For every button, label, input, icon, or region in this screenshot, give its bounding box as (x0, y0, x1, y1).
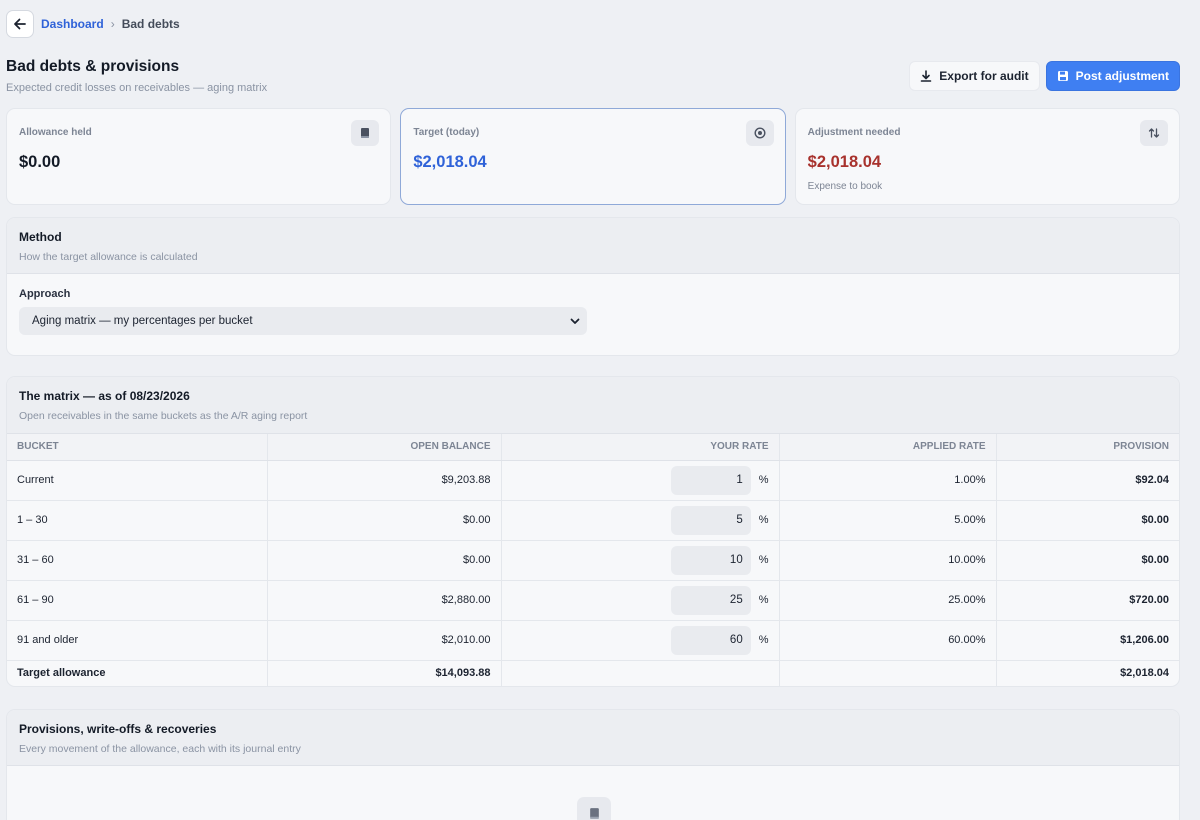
applied-rate-cell: 5.00% (778, 500, 996, 541)
stat-card-target-today: Target (today) $2,018.04 (400, 108, 786, 205)
applied-rate-cell: 1.00% (778, 460, 996, 501)
movements-panel: Provisions, write-offs & recoveries Ever… (6, 709, 1180, 820)
rate-input[interactable]: 25 (670, 585, 751, 615)
chevron-right-icon: › (110, 17, 115, 31)
swap-vertical-icon (1139, 120, 1168, 146)
stat-label: Allowance held (19, 127, 92, 138)
bucket-cell: 91 and older (7, 620, 267, 661)
book-icon (577, 797, 611, 820)
download-icon (920, 70, 932, 82)
percent-unit: % (758, 594, 769, 606)
book-icon (351, 120, 380, 146)
total-label: Target allowance (7, 660, 267, 686)
percent-unit: % (758, 514, 769, 526)
target-icon (745, 120, 774, 146)
export-for-audit-label: Export for audit (939, 69, 1029, 83)
save-icon (1057, 71, 1068, 81)
table-row: 91 and older $2,010.00 60% 60.00% $1,206… (7, 620, 1179, 661)
your-rate-cell: 1% (500, 460, 779, 501)
column-header-your-rate: YOUR RATE (500, 434, 779, 461)
method-panel: Method How the target allowance is calcu… (6, 217, 1180, 356)
back-button[interactable] (6, 10, 34, 38)
provision-cell: $1,206.00 (995, 620, 1179, 661)
total-empty-cell (778, 660, 996, 686)
method-subtitle: How the target allowance is calculated (19, 251, 198, 263)
bucket-cell: Current (7, 460, 267, 501)
your-rate-cell: 60% (500, 620, 779, 661)
matrix-subtitle: Open receivables in the same buckets as … (19, 410, 308, 422)
approach-selected-value: Aging matrix — my percentages per bucket (32, 315, 253, 327)
chevron-down-icon (570, 318, 580, 324)
matrix-panel: The matrix — as of 08/23/2026 Open recei… (6, 376, 1180, 687)
total-provision: $2,018.04 (995, 660, 1179, 686)
applied-rate-cell: 10.00% (778, 540, 996, 581)
applied-rate-cell: 60.00% (778, 620, 996, 661)
applied-rate-cell: 25.00% (778, 580, 996, 621)
movements-subtitle: Every movement of the allowance, each wi… (19, 743, 301, 755)
post-adjustment-button[interactable]: Post adjustment (1045, 61, 1180, 91)
stat-card-adjustment-needed: Adjustment needed $2,018.04 Expense to b… (794, 108, 1180, 205)
stat-card-allowance-held: Allowance held $0.00 (6, 108, 392, 205)
column-header-bucket: BUCKET (7, 434, 267, 461)
aging-matrix-table: BUCKET OPEN BALANCE YOUR RATE APPLIED RA… (7, 434, 1179, 686)
stat-value: $2,018.04 (413, 153, 487, 171)
rate-input[interactable]: 5 (670, 505, 751, 535)
open-balance-cell: $9,203.88 (266, 460, 501, 501)
total-empty-cell (500, 660, 779, 686)
your-rate-cell: 5% (500, 500, 779, 541)
your-rate-cell: 25% (500, 580, 779, 621)
page-header: Bad debts & provisions Expected credit l… (6, 58, 1180, 98)
bucket-cell: 61 – 90 (7, 580, 267, 621)
stat-value: $0.00 (19, 153, 61, 171)
provision-cell: $0.00 (995, 540, 1179, 581)
total-open-balance: $14,093.88 (266, 660, 501, 686)
provision-cell: $720.00 (995, 580, 1179, 621)
total-row: Target allowance $14,093.88 $2,018.04 (7, 660, 1179, 686)
stat-note: Expense to book (807, 181, 883, 192)
rate-input[interactable]: 60 (670, 625, 751, 655)
table-row: 61 – 90 $2,880.00 25% 25.00% $720.00 (7, 580, 1179, 621)
bucket-cell: 1 – 30 (7, 500, 267, 541)
table-row: 31 – 60 $0.00 10% 10.00% $0.00 (7, 540, 1179, 581)
percent-unit: % (758, 634, 769, 646)
breadcrumb-dashboard-link[interactable]: Dashboard (41, 17, 104, 31)
rate-input[interactable]: 10 (670, 545, 751, 575)
matrix-title: The matrix — as of 08/23/2026 (19, 389, 190, 403)
rate-input[interactable]: 1 (670, 465, 751, 495)
post-adjustment-label: Post adjustment (1075, 69, 1169, 83)
column-header-applied-rate: APPLIED RATE (778, 434, 996, 461)
method-title: Method (19, 230, 62, 244)
stat-label: Adjustment needed (807, 127, 901, 138)
arrow-left-icon (14, 18, 26, 30)
stat-label: Target (today) (413, 127, 480, 138)
export-for-audit-button[interactable]: Export for audit (909, 61, 1040, 91)
provision-cell: $92.04 (995, 460, 1179, 501)
open-balance-cell: $2,880.00 (266, 580, 501, 621)
percent-unit: % (758, 474, 769, 486)
stat-cards: Allowance held $0.00 Target (today) $2,0… (6, 108, 1180, 205)
movements-title: Provisions, write-offs & recoveries (19, 722, 217, 736)
bucket-cell: 31 – 60 (7, 540, 267, 581)
column-header-open-balance: OPEN BALANCE (266, 434, 501, 461)
breadcrumb-current: Bad debts (121, 17, 180, 31)
open-balance-cell: $0.00 (266, 500, 501, 541)
approach-label: Approach (19, 288, 71, 300)
column-header-provision: PROVISION (995, 434, 1179, 461)
stat-value: $2,018.04 (807, 153, 882, 171)
percent-unit: % (758, 554, 769, 566)
open-balance-cell: $0.00 (266, 540, 501, 581)
table-row: 1 – 30 $0.00 5% 5.00% $0.00 (7, 500, 1179, 541)
breadcrumb: Dashboard › Bad debts (0, 0, 1200, 48)
your-rate-cell: 10% (500, 540, 779, 581)
provision-cell: $0.00 (995, 500, 1179, 541)
table-row: Current $9,203.88 1% 1.00% $92.04 (7, 460, 1179, 501)
open-balance-cell: $2,010.00 (266, 620, 501, 661)
approach-select[interactable]: Aging matrix — my percentages per bucket (19, 307, 587, 335)
